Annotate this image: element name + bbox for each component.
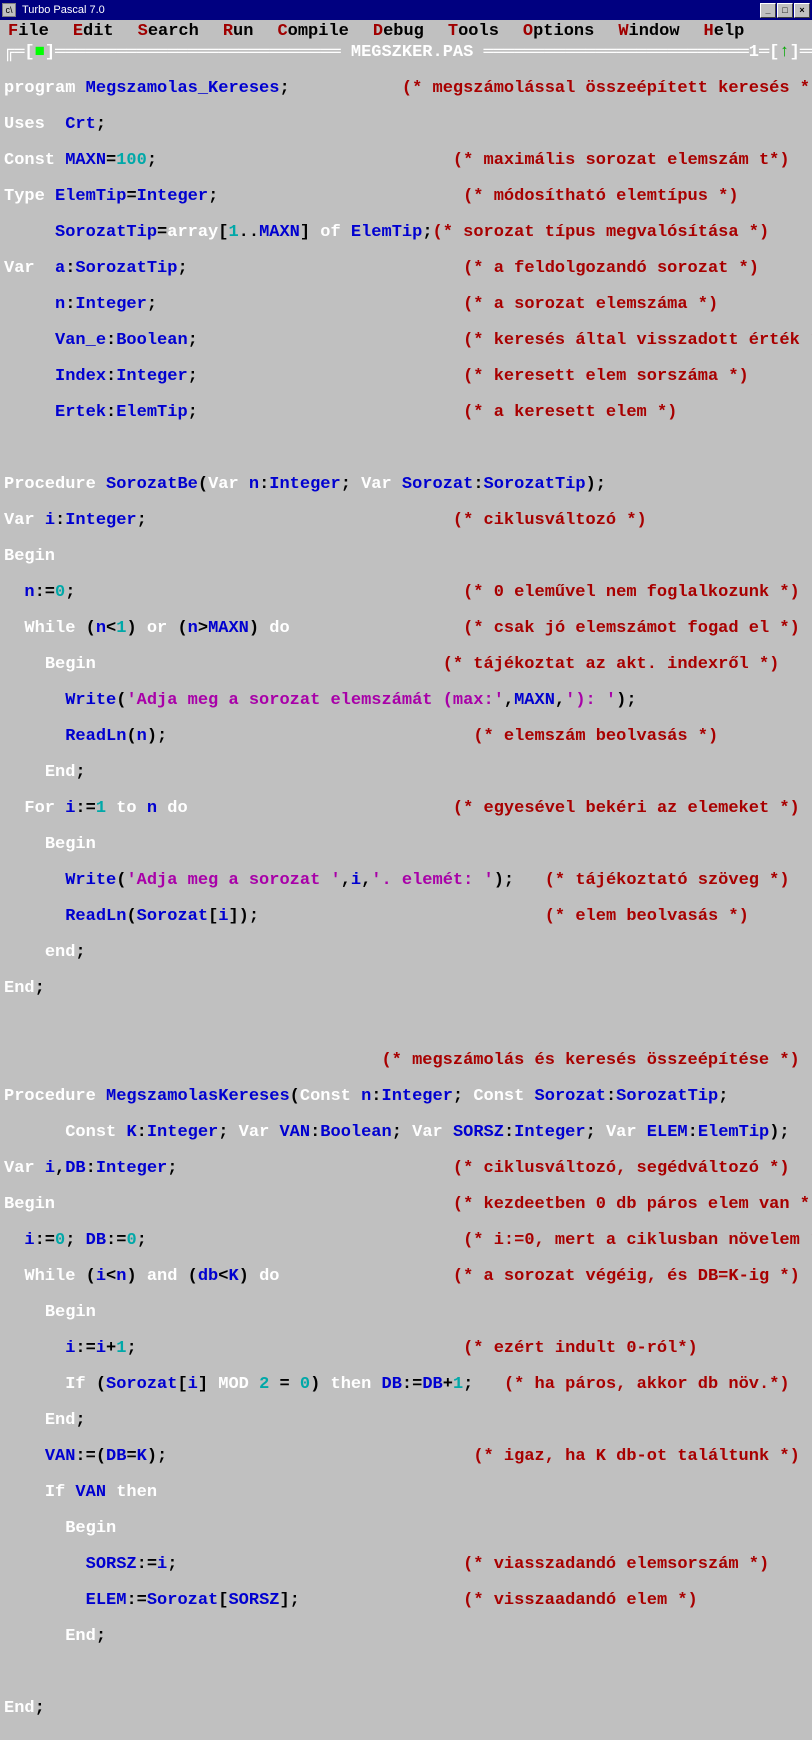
menu-window[interactable]: Window (618, 22, 679, 41)
menu-help[interactable]: Help (704, 22, 745, 41)
menu-bar: File Edit Search Run Compile Debug Tools… (0, 20, 812, 42)
code-editor[interactable]: program Megszamolas_Kereses; (* megszámo… (0, 62, 812, 1740)
menu-debug[interactable]: Debug (373, 22, 424, 41)
menu-edit[interactable]: Edit (73, 22, 114, 41)
menu-run[interactable]: Run (223, 22, 254, 41)
line-number: 1 (749, 43, 759, 62)
app-icon: c\ (2, 3, 16, 17)
window-titlebar: c\ Turbo Pascal 7.0 _ □ × (0, 0, 812, 20)
menu-file[interactable]: File (8, 22, 49, 41)
close-button[interactable]: × (794, 3, 810, 18)
window-title: Turbo Pascal 7.0 (22, 4, 105, 16)
menu-tools[interactable]: Tools (448, 22, 499, 41)
maximize-button[interactable]: □ (777, 3, 793, 18)
menu-compile[interactable]: Compile (277, 22, 348, 41)
window-frame-top: ╔═[■]════════════════════════════ MEGSZK… (0, 42, 812, 62)
menu-options[interactable]: Options (523, 22, 594, 41)
menu-search[interactable]: Search (138, 22, 199, 41)
filename: MEGSZKER.PAS (351, 43, 473, 62)
minimize-button[interactable]: _ (760, 3, 776, 18)
